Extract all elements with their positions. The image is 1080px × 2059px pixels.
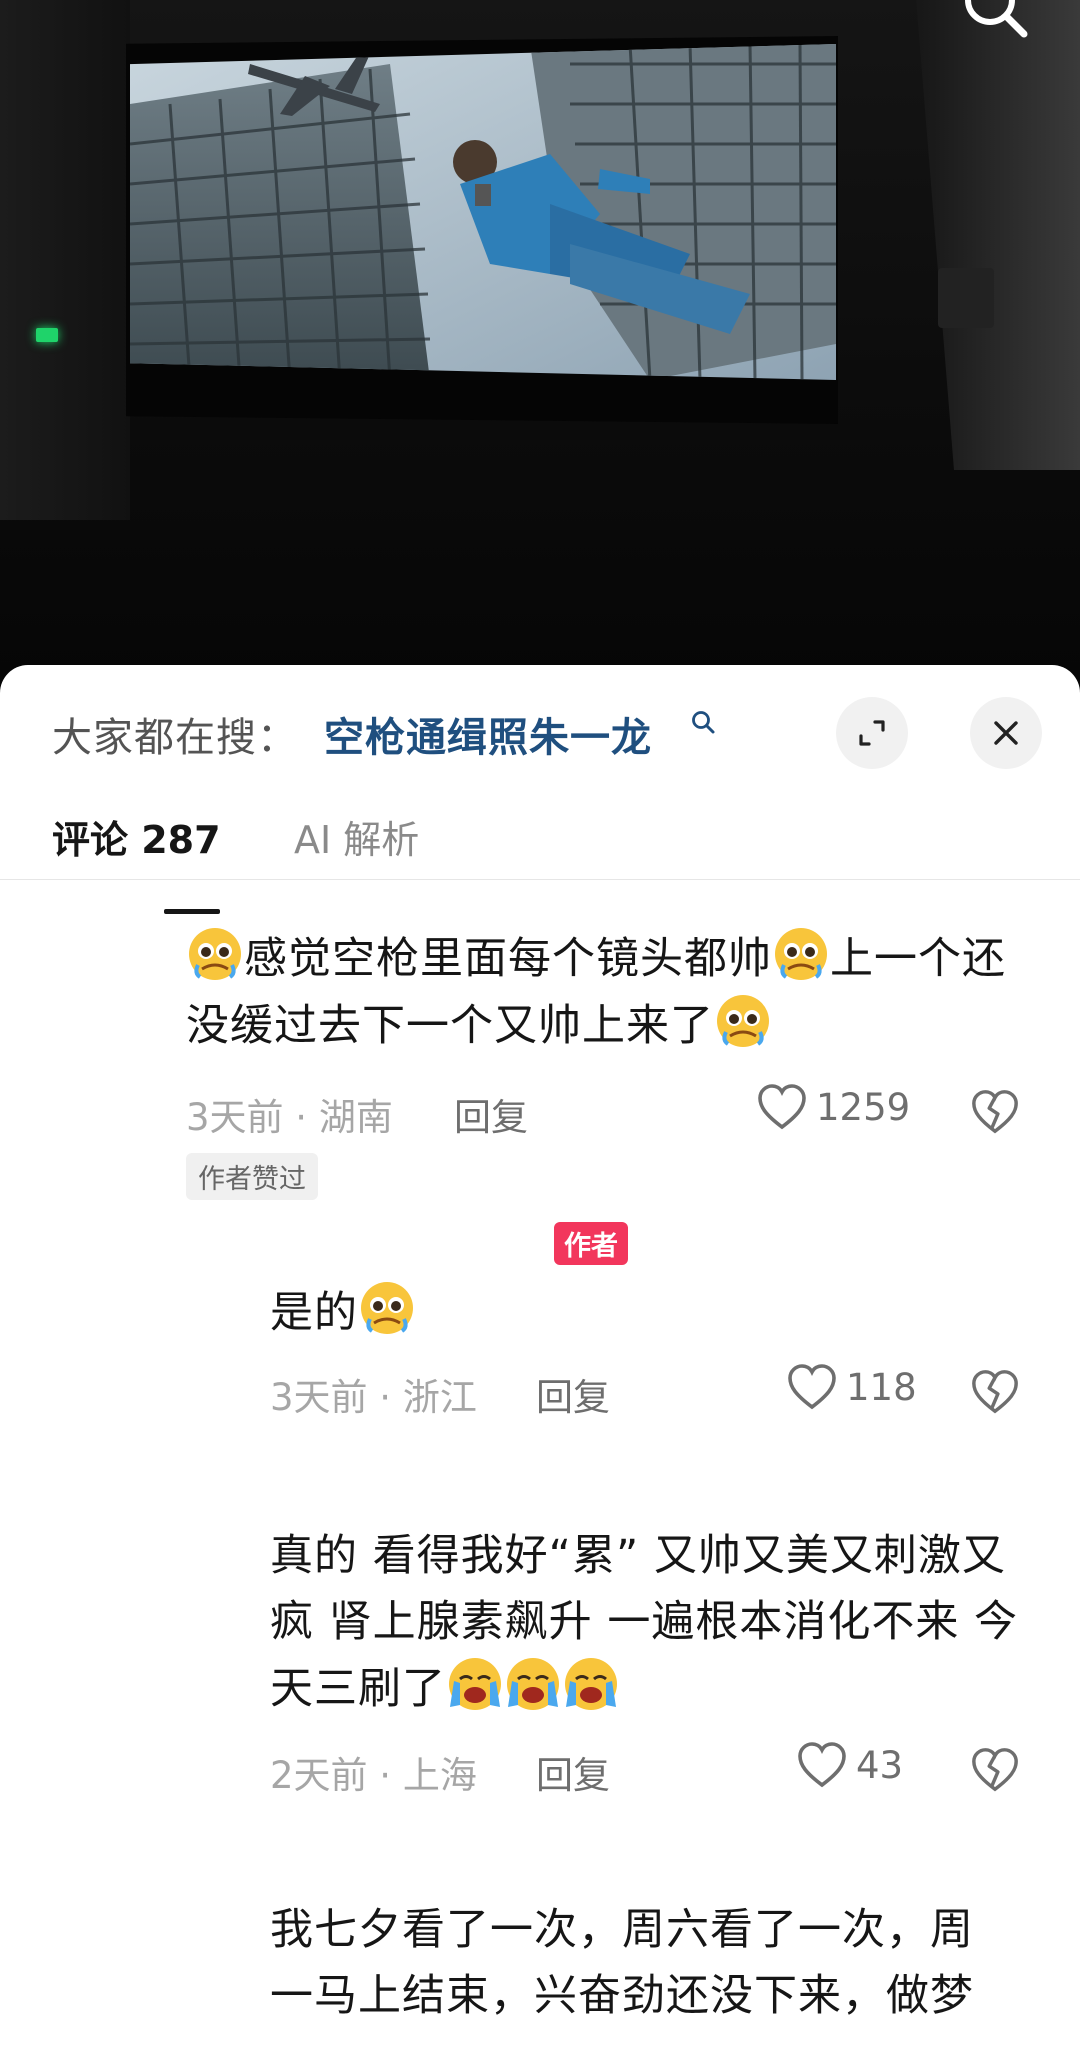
close-icon <box>994 721 1018 745</box>
pleading-face-icon <box>714 992 772 1050</box>
exit-sign <box>36 328 58 342</box>
like-button[interactable]: 43 <box>796 1741 903 1789</box>
dislike-button[interactable] <box>970 1745 1020 1795</box>
author-liked-tag: 作者赞过 <box>186 1153 318 1200</box>
expand-icon <box>859 720 885 746</box>
comment-item: 是的 <box>270 1279 970 1346</box>
loudly-crying-face-icon <box>446 1655 504 1713</box>
broken-heart-icon <box>972 1090 1018 1134</box>
comment-text-part: 真的 看得我好“累” 又帅又美又刺激又疯 肾上腺素飙升 一遍根本消化不来 今天三… <box>270 1531 1019 1714</box>
search-icon[interactable] <box>960 0 1030 40</box>
comment-text-part: 是的 <box>270 1288 358 1338</box>
comment-item: 感觉空枪里面每个镜头都帅 上一个还没缓过去下一个又帅上来了 <box>186 925 1016 1059</box>
loudly-crying-face-icon <box>504 1655 562 1713</box>
comment-sheet: 大家都在搜： 空枪通缉照朱一龙 评论 287 AI 解析 感觉空枪里面每个镜头都… <box>0 665 1080 2059</box>
pleading-face-icon <box>186 925 244 983</box>
comment-text: 是的 <box>270 1279 970 1346</box>
tab-ai-analysis[interactable]: AI 解析 <box>294 815 419 865</box>
heart-outline-icon <box>788 1364 836 1410</box>
trending-search-label: 大家都在搜： <box>52 715 298 761</box>
heart-outline-icon <box>758 1084 806 1130</box>
comment-text-part: 感觉空枪里面每个镜头都帅 <box>244 934 772 984</box>
comment-time-location: 2天前 · 上海 <box>270 1754 477 1797</box>
reply-button[interactable]: 回复 <box>536 1367 610 1421</box>
speaker <box>938 268 994 328</box>
comment-item: 我七夕看了一次，周六看了一次，周一马上结束，兴奋劲还没下来，做梦 <box>270 1897 1010 2029</box>
expand-button[interactable] <box>836 697 908 769</box>
pleading-face-icon <box>358 1279 416 1337</box>
reply-button[interactable]: 回复 <box>454 1087 528 1141</box>
active-tab-indicator <box>164 909 220 914</box>
sheet-header: 大家都在搜： 空枪通缉照朱一龙 <box>0 665 1080 795</box>
like-button[interactable]: 1259 <box>756 1083 910 1131</box>
search-icon[interactable] <box>690 709 716 735</box>
dislike-button[interactable] <box>970 1087 1020 1137</box>
trending-search-term[interactable]: 空枪通缉照朱一龙 <box>324 705 652 763</box>
movie-frame-image <box>130 44 836 380</box>
reply-button[interactable]: 回复 <box>536 1745 610 1799</box>
theater-wall-left <box>0 0 130 520</box>
comment-text: 真的 看得我好“累” 又帅又美又刺激又疯 肾上腺素飙升 一遍根本消化不来 今天三… <box>270 1523 1030 1722</box>
author-badge: 作者 <box>554 1222 628 1265</box>
comment-text: 我七夕看了一次，周六看了一次，周一马上结束，兴奋劲还没下来，做梦 <box>270 1905 974 2021</box>
comment-tabs: 评论 287 AI 解析 <box>0 815 1080 880</box>
like-button[interactable]: 118 <box>786 1363 917 1411</box>
tab-comments[interactable]: 评论 287 <box>52 815 221 865</box>
dislike-button[interactable] <box>970 1367 1020 1417</box>
comment-time-location: 3天前 · 浙江 <box>270 1376 477 1419</box>
broken-heart-icon <box>972 1370 1018 1414</box>
broken-heart-icon <box>972 1748 1018 1792</box>
comment-item: 真的 看得我好“累” 又帅又美又刺激又疯 肾上腺素飙升 一遍根本消化不来 今天三… <box>270 1523 1030 1722</box>
pleading-face-icon <box>772 925 830 983</box>
loudly-crying-face-icon <box>562 1655 620 1713</box>
like-count: 1259 <box>816 1085 911 1129</box>
comment-time-location: 3天前 · 湖南 <box>186 1096 393 1139</box>
theater-wall-right <box>916 0 1080 470</box>
close-button[interactable] <box>970 697 1042 769</box>
heart-outline-icon <box>798 1742 846 1788</box>
like-count: 43 <box>856 1743 904 1787</box>
video-player[interactable] <box>0 0 1080 690</box>
like-count: 118 <box>846 1365 917 1409</box>
comment-text: 感觉空枪里面每个镜头都帅 上一个还没缓过去下一个又帅上来了 <box>186 925 1016 1059</box>
